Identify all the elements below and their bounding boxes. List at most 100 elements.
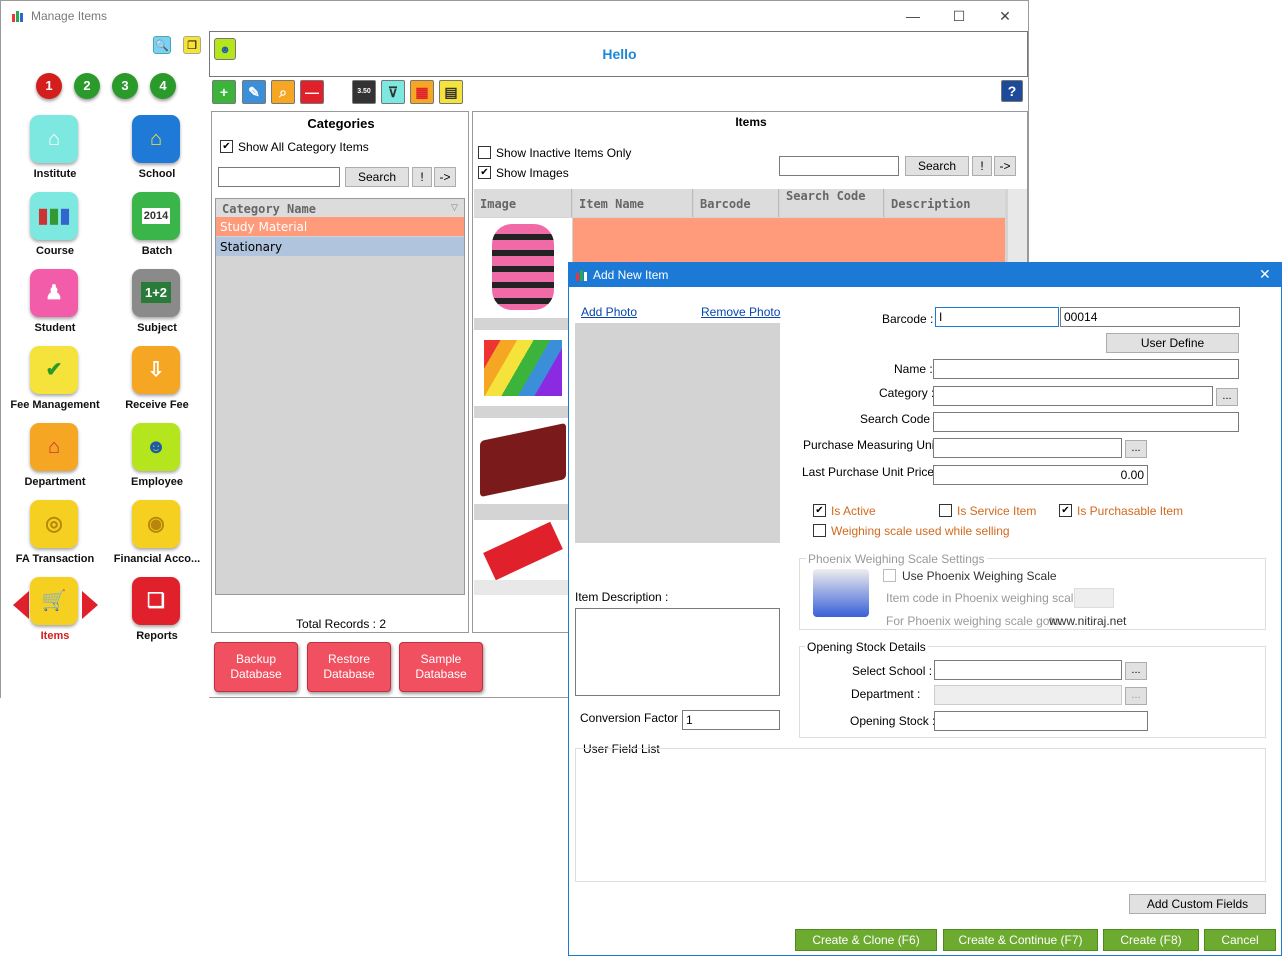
create-continue-button[interactable]: Create & Continue (F7) [943, 929, 1098, 951]
sidebar-item-batch[interactable]: Batch [107, 245, 207, 257]
selected-item-row[interactable] [573, 218, 1005, 264]
next-arrow-icon[interactable] [82, 591, 98, 619]
sample-database-button[interactable]: Sample Database [399, 642, 483, 692]
cancel-button[interactable]: Cancel [1204, 929, 1276, 951]
coins-stack-icon[interactable]: ◉ [132, 500, 180, 548]
create-button[interactable]: Create (F8) [1103, 929, 1199, 951]
show-images-checkbox[interactable]: ✔ [478, 166, 491, 179]
import-icon[interactable]: ▤ [439, 80, 463, 104]
add-photo-link[interactable]: Add Photo [581, 305, 637, 319]
help-icon[interactable]: ? [1001, 80, 1023, 102]
item-clear-button[interactable]: ! [972, 156, 992, 176]
category-row[interactable]: Stationary [216, 237, 464, 256]
add-icon[interactable]: + [212, 80, 236, 104]
export-icon[interactable]: ▦ [410, 80, 434, 104]
calculator-icon[interactable]: 3.50 [352, 80, 376, 104]
number-2-icon[interactable]: 2 [74, 73, 100, 99]
category-search-button[interactable]: Search [345, 167, 409, 187]
items-hscrollbar[interactable] [474, 580, 572, 595]
edit-icon[interactable]: ✎ [242, 80, 266, 104]
photo-box[interactable] [575, 323, 780, 543]
sidebar-item-receive-fee[interactable]: Receive Fee [107, 399, 207, 411]
category-go-button[interactable]: -> [434, 167, 456, 187]
pmu-input[interactable] [933, 438, 1122, 458]
sidebar-item-items[interactable]: Items [5, 630, 105, 642]
col-description[interactable]: Description [885, 189, 1005, 217]
scroll-icon[interactable]: ❏ [132, 577, 180, 625]
number-3-icon[interactable]: 3 [112, 73, 138, 99]
category-browse-button[interactable]: ... [1216, 388, 1238, 406]
sidebar-item-school[interactable]: School [107, 168, 207, 180]
minimize-icon[interactable]: — [901, 5, 925, 27]
chalkboard-icon[interactable]: 1+2 [132, 269, 180, 317]
col-image[interactable]: Image [474, 189, 572, 217]
phoenix-code-input[interactable] [1074, 588, 1114, 608]
sidebar-item-reports[interactable]: Reports [107, 630, 207, 642]
opening-stock-input[interactable] [934, 711, 1148, 731]
sidebar-item-financial-accounts[interactable]: Financial Acco... [107, 553, 207, 565]
close-icon[interactable]: ✕ [993, 5, 1017, 27]
department-input[interactable] [934, 685, 1122, 705]
remove-photo-link[interactable]: Remove Photo [701, 305, 780, 319]
dialog-close-icon[interactable]: ✕ [1259, 266, 1271, 283]
add-custom-fields-button[interactable]: Add Custom Fields [1129, 894, 1266, 914]
pmu-browse-button[interactable]: ... [1125, 440, 1147, 458]
category-name-header[interactable]: Category Name [216, 199, 464, 217]
use-phoenix-checkbox[interactable] [883, 569, 896, 582]
name-input[interactable] [933, 359, 1239, 379]
sidebar-item-student[interactable]: Student [5, 322, 105, 334]
sidebar-item-employee[interactable]: Employee [107, 476, 207, 488]
show-all-checkbox[interactable]: ✔ [220, 140, 233, 153]
department-browse-button[interactable]: ... [1125, 687, 1147, 705]
conversion-input[interactable]: 1 [682, 710, 780, 730]
user-define-button[interactable]: User Define [1106, 333, 1239, 353]
windows-icon[interactable]: ❐ [183, 36, 201, 54]
prev-arrow-icon[interactable] [13, 591, 29, 619]
search-icon[interactable]: 🔍 [153, 36, 171, 54]
weighing-checkbox[interactable] [813, 524, 826, 537]
maximize-icon[interactable]: ☐ [947, 5, 971, 27]
item-search-button[interactable]: Search [905, 156, 969, 176]
receive-fee-icon[interactable]: ⇩ [132, 346, 180, 394]
col-barcode[interactable]: Barcode [694, 189, 779, 217]
books-icon[interactable]: ▮▮▮ [30, 192, 78, 240]
number-4-icon[interactable]: 4 [150, 73, 176, 99]
number-1-icon[interactable]: 1 [36, 73, 62, 99]
item-description-input[interactable] [575, 608, 780, 696]
category-clear-button[interactable]: ! [412, 167, 432, 187]
student-icon[interactable]: ♟ [30, 269, 78, 317]
item-search-input[interactable] [779, 156, 899, 176]
sidebar-item-department[interactable]: Department [5, 476, 105, 488]
category-input[interactable] [933, 386, 1213, 406]
coins-icon[interactable]: ◎ [30, 500, 78, 548]
search-code-input[interactable] [933, 412, 1239, 432]
school-icon[interactable]: ⌂ [132, 115, 180, 163]
create-clone-button[interactable]: Create & Clone (F6) [795, 929, 937, 951]
school-browse-button[interactable]: ... [1125, 662, 1147, 680]
fee-list-icon[interactable]: ✔ [30, 346, 78, 394]
sidebar-item-course[interactable]: Course [5, 245, 105, 257]
sidebar-item-subject[interactable]: Subject [107, 322, 207, 334]
restore-database-button[interactable]: Restore Database [307, 642, 391, 692]
is-active-checkbox[interactable]: ✔ [813, 504, 826, 517]
category-search-input[interactable] [218, 167, 340, 187]
col-search-code[interactable]: Search Code [780, 189, 884, 217]
sidebar-item-institute[interactable]: Institute [5, 168, 105, 180]
department-icon[interactable]: ⌂ [30, 423, 78, 471]
cart-icon[interactable]: 🛒 [30, 577, 78, 625]
employee-icon[interactable]: ☻ [132, 423, 180, 471]
phoenix-url[interactable]: www.nitiraj.net [1049, 614, 1126, 628]
sidebar-item-fa-transaction[interactable]: FA Transaction [5, 553, 105, 565]
lpu-input[interactable]: 0.00 [933, 465, 1148, 485]
is-service-checkbox[interactable] [939, 504, 952, 517]
delete-icon[interactable]: — [300, 80, 324, 104]
backup-database-button[interactable]: Backup Database [214, 642, 298, 692]
is-purchasable-checkbox[interactable]: ✔ [1059, 504, 1072, 517]
calendar-icon[interactable]: 2014 [132, 192, 180, 240]
item-go-button[interactable]: -> [994, 156, 1016, 176]
show-inactive-checkbox[interactable] [478, 146, 491, 159]
filter-icon[interactable]: ⊽ [381, 80, 405, 104]
barcode-input[interactable]: 00014 [1060, 307, 1240, 327]
barcode-prefix-input[interactable]: I [935, 307, 1059, 327]
sidebar-item-fee-management[interactable]: Fee Management [5, 399, 105, 411]
